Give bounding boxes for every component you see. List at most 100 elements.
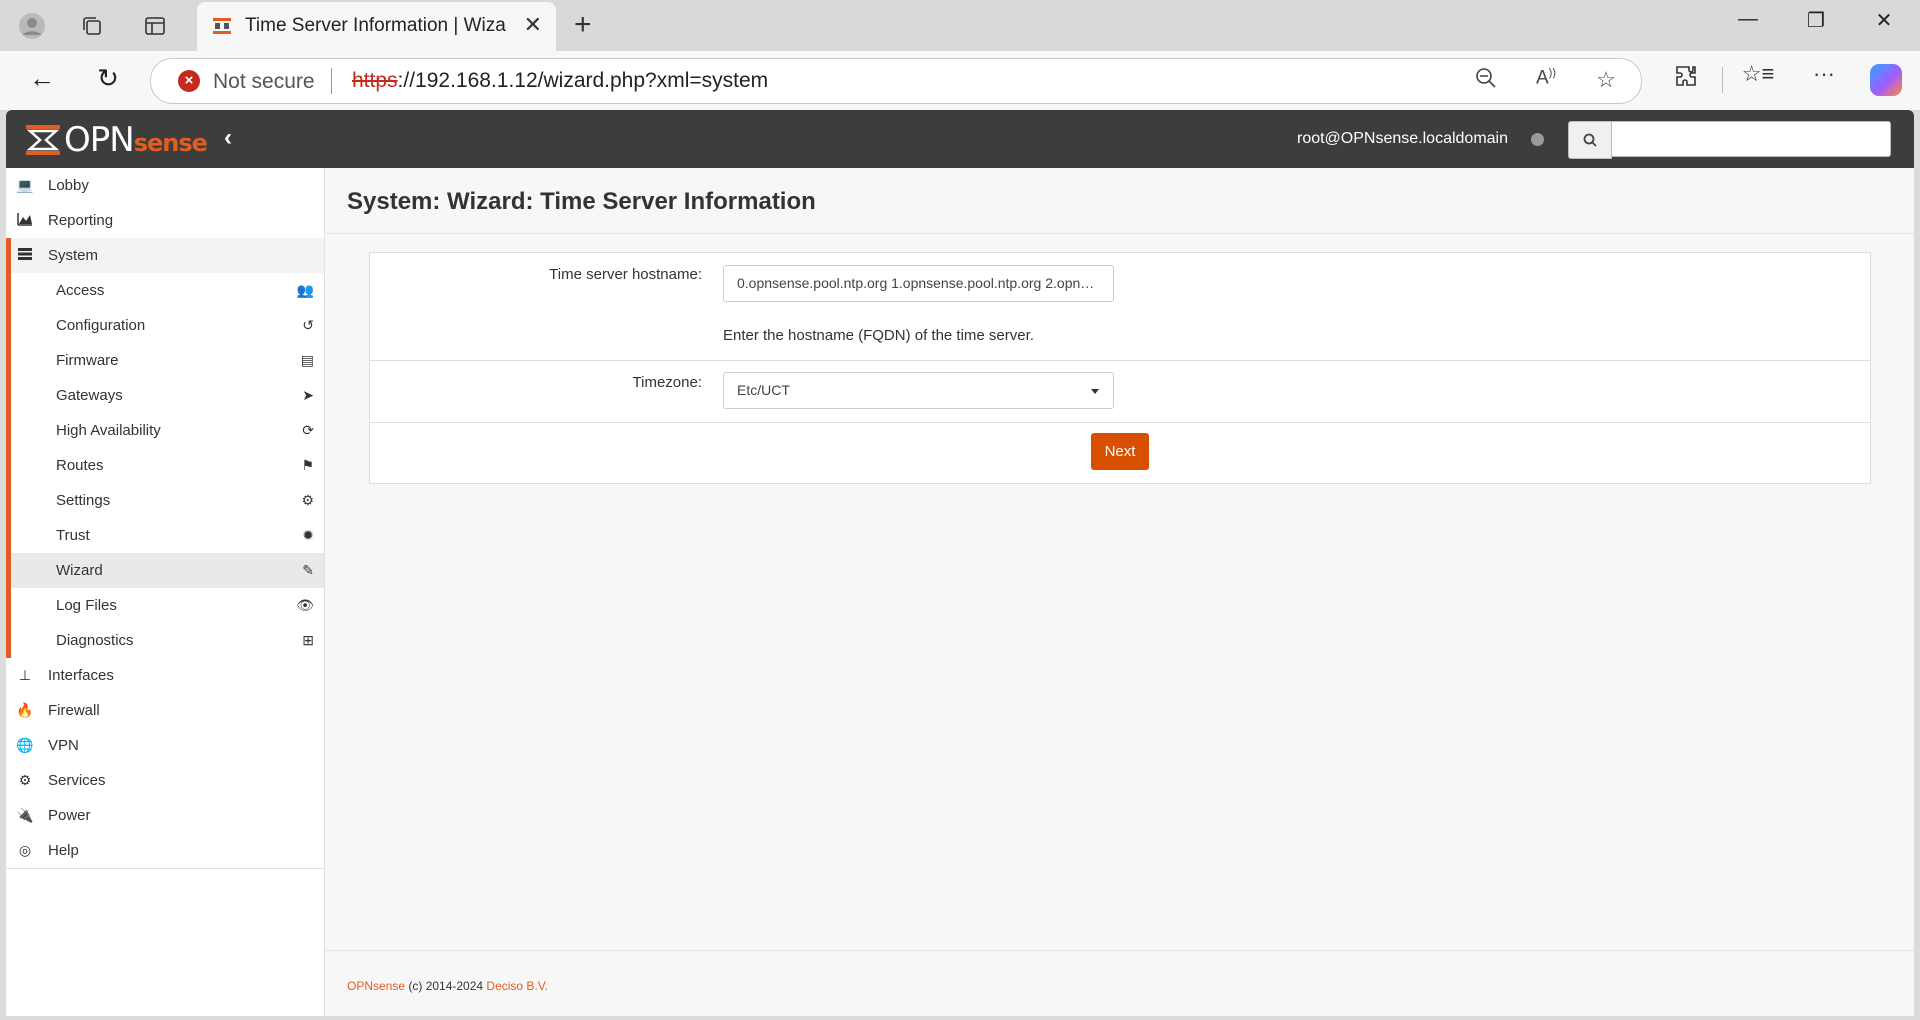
timezone-row: Timezone: Etc/UCT <box>370 360 1870 423</box>
opnsense-favicon-icon <box>213 18 231 34</box>
nav-top: 💻 Lobby Reporting System <box>6 168 324 273</box>
hostname-label: Time server hostname: <box>549 266 702 283</box>
plug-icon: 🔌 <box>16 807 34 823</box>
reload-icon[interactable]: ↻ <box>90 63 126 94</box>
sidebar-item-settings[interactable]: Settings ⚙ <box>11 483 324 518</box>
search-input[interactable] <box>1611 121 1891 157</box>
sidebar-item-diagnostics[interactable]: Diagnostics ⊞ <box>11 623 324 658</box>
more-menu-icon[interactable]: ··· <box>1806 61 1842 87</box>
location-arrow-icon: ➤ <box>302 387 314 403</box>
area-chart-icon <box>14 212 36 229</box>
next-button[interactable]: Next <box>1091 433 1149 470</box>
footer-company-link[interactable]: Deciso B.V. <box>486 979 548 993</box>
fire-icon: 🔥 <box>16 702 34 718</box>
tab-title: Time Server Information | Wizard <box>245 15 507 36</box>
opnsense-logo[interactable]: OPNsense <box>26 120 208 160</box>
search-button[interactable] <box>1568 121 1612 159</box>
copilot-icon[interactable] <box>1870 64 1902 96</box>
sidebar: 💻 Lobby Reporting System Access 👥 Configu… <box>6 168 325 1016</box>
address-bar[interactable]: × Not secure https://192.168.1.12/wizard… <box>150 58 1642 104</box>
logo-mark-icon <box>26 125 60 155</box>
sidebar-item-power[interactable]: 🔌 Power <box>6 798 324 833</box>
certificate-icon: ✹ <box>302 527 314 543</box>
favorites-icon[interactable]: ☆≡ <box>1740 61 1776 87</box>
sidebar-item-interfaces[interactable]: ⊥ Interfaces <box>6 658 324 693</box>
sidebar-item-routes[interactable]: Routes ⚑ <box>11 448 324 483</box>
not-secure-icon: × <box>178 70 200 92</box>
opnsense-app: OPNsense ‹ root@OPNsense.localdomain 💻 L… <box>6 110 1914 1016</box>
users-icon: 👥 <box>296 282 314 298</box>
collections-icon[interactable] <box>74 8 110 44</box>
browser-toolbar: ← ↻ × Not secure https://192.168.1.12/wi… <box>0 51 1920 110</box>
user-account-link[interactable]: root@OPNsense.localdomain <box>1297 130 1508 148</box>
sidebar-item-help[interactable]: ◎ Help <box>6 833 324 868</box>
timezone-select[interactable]: Etc/UCT <box>723 372 1114 409</box>
page-title: System: Wizard: Time Server Information <box>347 188 816 215</box>
new-tab-icon[interactable]: + <box>574 8 592 42</box>
hostname-input[interactable]: 0.opnsense.pool.ntp.org 1.opnsense.pool.… <box>723 265 1114 302</box>
refresh-icon: ⟳ <box>302 422 314 438</box>
zoom-out-icon[interactable] <box>1471 67 1501 95</box>
footer-divider <box>325 950 1914 951</box>
top-header: OPNsense ‹ root@OPNsense.localdomain <box>6 110 1914 168</box>
history-icon: ↺ <box>302 317 314 333</box>
url-text[interactable]: https://192.168.1.12/wizard.php?xml=syst… <box>352 69 768 93</box>
sidebar-item-system[interactable]: System <box>6 238 324 273</box>
magic-icon: ✎ <box>302 562 314 578</box>
extensions-icon[interactable] <box>1668 64 1704 94</box>
favorite-star-icon[interactable]: ☆ <box>1591 67 1621 93</box>
laptop-icon: 💻 <box>16 177 34 193</box>
sidebar-item-configuration[interactable]: Configuration ↺ <box>11 308 324 343</box>
globe-icon: 🌐 <box>16 737 34 753</box>
eye-icon: 👁 <box>296 597 314 613</box>
sidebar-item-firmware[interactable]: Firmware ▤ <box>11 343 324 378</box>
profile-icon[interactable] <box>14 8 50 44</box>
sidebar-item-gateways[interactable]: Gateways ➤ <box>11 378 324 413</box>
map-signs-icon: ⚑ <box>301 457 314 473</box>
system-submenu: Access 👥 Configuration ↺ Firmware ▤ Gateway… <box>6 273 324 658</box>
security-label[interactable]: Not secure <box>213 70 315 94</box>
active-tab[interactable]: Time Server Information | Wizard ✕ <box>197 2 556 51</box>
close-tab-icon[interactable]: ✕ <box>524 12 542 38</box>
sidebar-divider <box>6 868 324 869</box>
cog-icon: ⚙ <box>18 772 32 788</box>
window-close-icon[interactable]: ✕ <box>1864 8 1904 33</box>
window-bottom-edge <box>0 1016 1920 1020</box>
restore-icon[interactable]: ❐ <box>1796 8 1836 33</box>
back-icon[interactable]: ← <box>24 63 60 94</box>
sidebar-item-log-files[interactable]: Log Files 👁 <box>11 588 324 623</box>
sidebar-item-services[interactable]: ⚙ Services <box>6 763 324 798</box>
main-content: System: Wizard: Time Server Information … <box>325 168 1914 1016</box>
sidebar-item-trust[interactable]: Trust ✹ <box>11 518 324 553</box>
sidebar-item-vpn[interactable]: 🌐 VPN <box>6 728 324 763</box>
cogs-icon: ⚙ <box>301 492 314 508</box>
status-indicator-icon[interactable] <box>1531 133 1544 146</box>
footer-brand-link[interactable]: OPNsense <box>347 979 405 993</box>
medkit-icon: ⊞ <box>302 632 314 648</box>
sidebar-item-wizard[interactable]: Wizard ✎ <box>11 553 324 588</box>
address-separator <box>331 68 332 94</box>
caret-down-icon <box>1091 389 1099 394</box>
minimize-icon[interactable]: — <box>1728 8 1768 31</box>
toolbar-separator <box>1722 67 1723 93</box>
life-ring-icon: ◎ <box>18 842 32 858</box>
hostname-help-text: Enter the hostname (FQDN) of the time se… <box>723 327 1034 344</box>
search-icon <box>1583 133 1597 147</box>
nav-bottom: ⊥ Interfaces 🔥 Firewall 🌐 VPN ⚙ Services 🔌 Po… <box>6 658 324 868</box>
browser-tab-strip: Time Server Information | Wizard ✕ + — ❐… <box>0 0 1920 51</box>
footer-copyright: (c) 2014-2024 <box>405 979 487 993</box>
sitemap-icon: ⊥ <box>18 667 32 683</box>
sidebar-item-lobby[interactable]: 💻 Lobby <box>6 168 324 203</box>
collapse-sidebar-icon[interactable]: ‹ <box>224 124 232 152</box>
hostname-row: Time server hostname: 0.opnsense.pool.nt… <box>370 253 1870 361</box>
building-icon: ▤ <box>300 352 314 368</box>
sidebar-item-reporting[interactable]: Reporting <box>6 203 324 238</box>
read-aloud-icon[interactable]: A)) <box>1531 67 1561 89</box>
tab-actions-icon[interactable] <box>137 8 173 44</box>
footer: OPNsense (c) 2014-2024 Deciso B.V. <box>347 979 548 993</box>
sidebar-item-access[interactable]: Access 👥 <box>11 273 324 308</box>
sidebar-item-high-availability[interactable]: High Availability ⟳ <box>11 413 324 448</box>
logo-text: OPNsense <box>64 120 208 160</box>
sidebar-item-firewall[interactable]: 🔥 Firewall <box>6 693 324 728</box>
title-divider <box>325 233 1914 234</box>
